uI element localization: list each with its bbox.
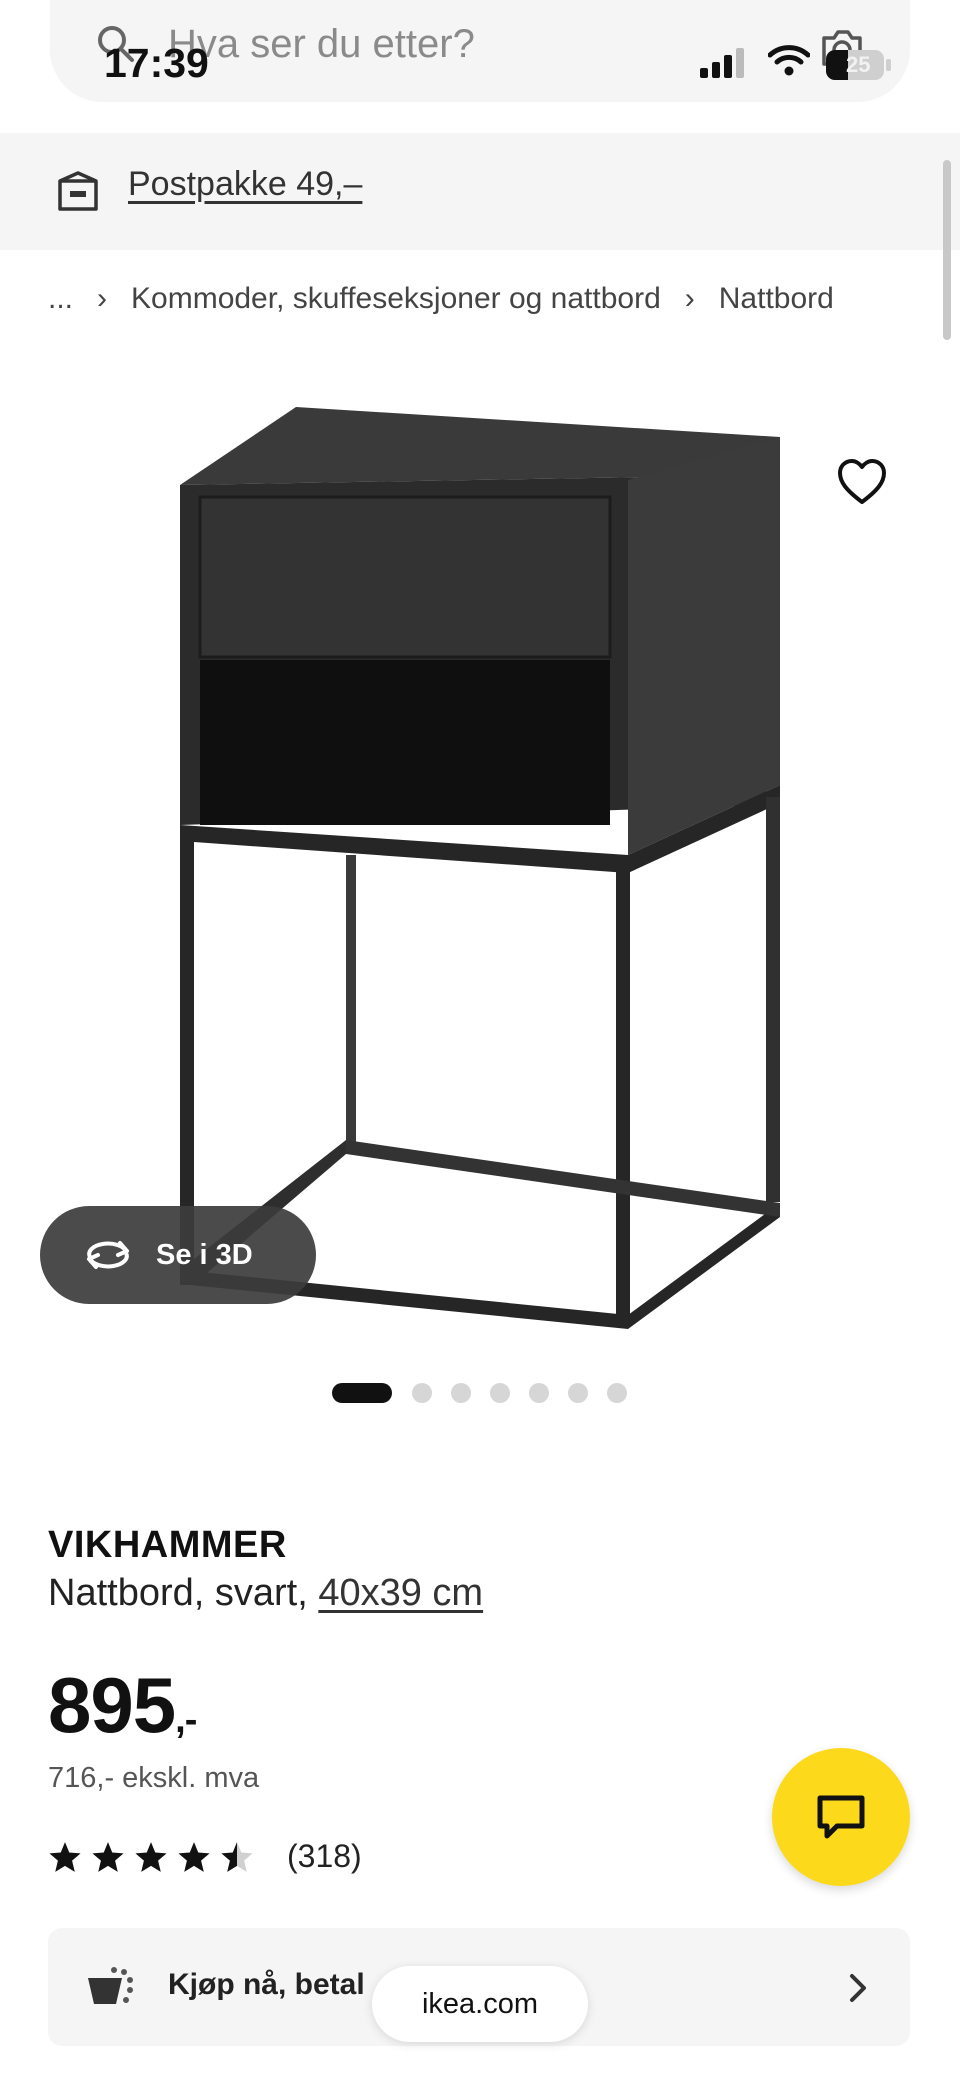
product-rating[interactable]: (318) [48,1838,362,1875]
chevron-right-icon [850,1974,866,2002]
gallery-dot[interactable] [529,1383,549,1403]
view-3d-label: Se i 3D [156,1238,253,1271]
breadcrumb-item-nattbord[interactable]: Nattbord [719,282,834,316]
chat-button[interactable] [772,1748,910,1886]
chat-icon [817,1795,865,1839]
gallery-dot[interactable] [568,1383,588,1403]
product-type: Nattbord, svart, [48,1572,308,1614]
price-value: 895 [48,1661,176,1749]
view-3d-button[interactable]: Se i 3D [40,1206,316,1304]
product-name: VIKHAMMER [48,1524,287,1566]
browser-url-bar[interactable]: ikea.com [372,1966,588,2042]
product-description: Nattbord, svart, 40x39 cm [48,1572,483,1615]
gallery-dot-active[interactable] [332,1383,392,1403]
battery-level: 25 [846,52,871,77]
review-count: (318) [287,1838,362,1874]
shipping-link[interactable]: Postpakke 49,– [128,165,362,204]
star-icon [92,1841,124,1872]
shipping-banner[interactable]: Postpakke 49,– [0,133,960,250]
gallery-dot[interactable] [607,1383,627,1403]
cellular-icon [700,48,744,78]
product-price: 895,- [48,1660,197,1751]
browser-url: ikea.com [421,1987,539,2020]
price-ex-vat: 716,- ekskl. mva [48,1762,260,1794]
gallery-dot[interactable] [412,1383,432,1403]
battery-icon: 25 [826,50,892,80]
star-icon [178,1841,210,1872]
star-half-icon [221,1841,253,1872]
breadcrumb-ellipsis[interactable]: ... [48,282,73,316]
chevron-right-icon: › [97,282,108,315]
breadcrumb: ... › Kommoder, skuffeseksjoner og nattb… [48,282,834,316]
parcel-icon [58,171,98,211]
star-icon [49,1841,81,1872]
wifi-icon [768,45,810,76]
product-image[interactable] [150,385,810,1335]
star-icon [135,1841,167,1872]
payment-icon [88,1967,133,2004]
gallery-dot[interactable] [490,1383,510,1403]
gallery-pagination[interactable] [332,1383,646,1403]
chevron-right-icon: › [684,282,695,315]
status-time: 17:39 [104,40,209,86]
gallery-dot[interactable] [451,1383,471,1403]
price-suffix: ,- [175,1699,197,1741]
rotate-3d-icon [87,1241,129,1269]
payment-label: Kjøp nå, betal [168,1968,365,2001]
heart-icon[interactable] [836,456,888,508]
product-dimensions-link[interactable]: 40x39 cm [318,1572,483,1614]
search-input[interactable]: Hva ser du etter? [168,22,475,67]
scrollbar[interactable] [943,160,951,340]
breadcrumb-item-kommoder[interactable]: Kommoder, skuffeseksjoner og nattbord [131,282,661,316]
